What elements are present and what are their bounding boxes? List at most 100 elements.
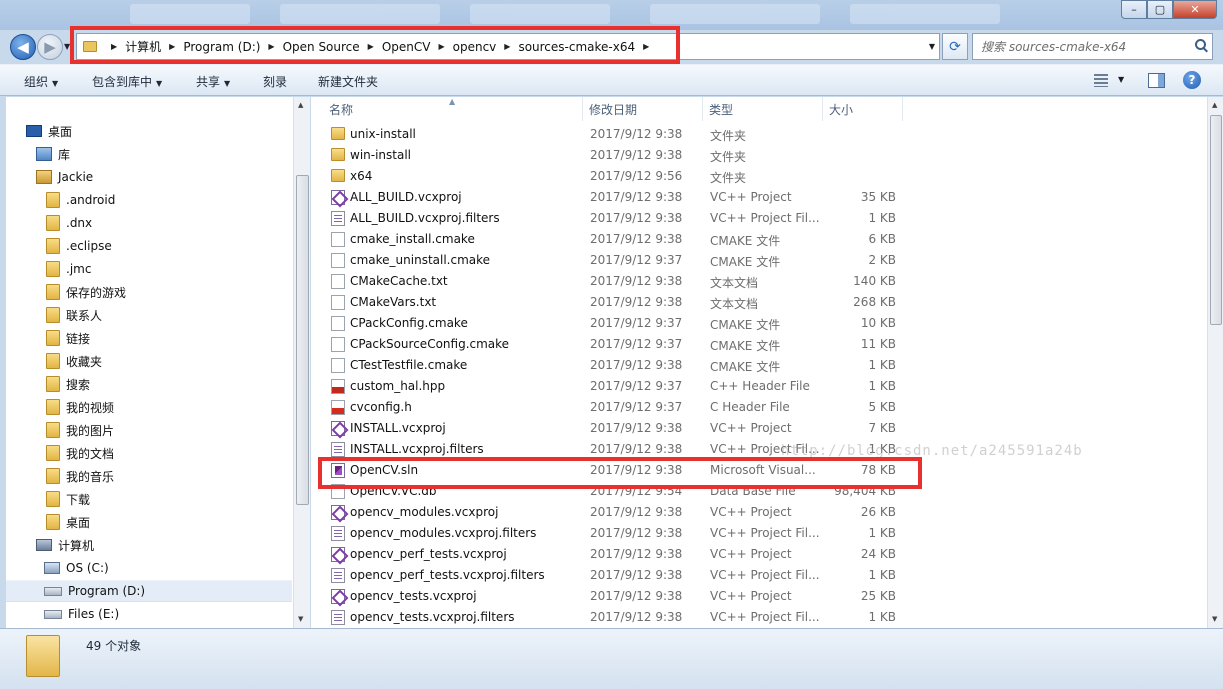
breadcrumb-opencv[interactable]: OpenCV — [382, 40, 431, 54]
breadcrumb-open-source[interactable]: Open Source — [283, 40, 360, 54]
breadcrumb-opencv-lower[interactable]: opencv — [453, 40, 497, 54]
column-header-date[interactable]: 修改日期 — [583, 97, 703, 121]
nav-item-desktop[interactable]: 桌面 — [26, 120, 72, 142]
breadcrumb-computer[interactable]: 计算机 — [125, 38, 161, 55]
file-row[interactable]: opencv_perf_tests.vcxproj 2017/9/12 9:38 V… — [317, 544, 1203, 565]
chevron-right-icon[interactable]: ▶ — [111, 42, 117, 51]
chevron-right-icon[interactable]: ▶ — [643, 42, 649, 51]
scroll-down-icon[interactable]: ▼ — [298, 615, 303, 623]
scroll-up-icon[interactable]: ▲ — [1212, 101, 1217, 109]
nav-item-library[interactable]: 库 — [36, 143, 70, 165]
new-folder-button[interactable]: 新建文件夹 — [318, 73, 378, 90]
address-bar[interactable]: ▶ 计算机 ▶ Program (D:) ▶ Open Source ▶ Ope… — [76, 33, 940, 60]
nav-item-desktop-folder[interactable]: 桌面 — [46, 511, 90, 533]
file-row[interactable]: win-install 2017/9/12 9:38 文件夹 — [317, 145, 1203, 166]
chevron-right-icon[interactable]: ▶ — [368, 42, 374, 51]
search-input[interactable] — [973, 39, 1183, 54]
file-row[interactable]: opencv_modules.vcxproj 2017/9/12 9:38 VC++… — [317, 502, 1203, 523]
nav-item-android[interactable]: .android — [46, 189, 115, 211]
include-in-library-menu[interactable]: 包含到库中 ▼ — [92, 73, 162, 90]
file-size: 1 KB — [868, 211, 896, 225]
file-row[interactable]: ALL_BUILD.vcxproj.filters 2017/9/12 9:38 V… — [317, 208, 1203, 229]
scrollbar-thumb[interactable] — [296, 175, 309, 505]
nav-item-os-drive[interactable]: OS (C:) — [44, 557, 109, 579]
file-row[interactable]: unix-install 2017/9/12 9:38 文件夹 — [317, 124, 1203, 145]
recent-pages-dropdown[interactable]: ▼ — [64, 42, 70, 51]
nav-item-favorites[interactable]: 收藏夹 — [46, 350, 102, 372]
file-row[interactable]: CPackConfig.cmake 2017/9/12 9:37 CMAKE 文件 1… — [317, 313, 1203, 334]
file-row[interactable]: CTestTestfile.cmake 2017/9/12 9:38 CMAKE 文… — [317, 355, 1203, 376]
navigation-bar: ◀ ▶ ▼ ▶ 计算机 ▶ Program (D:) ▶ Open Source… — [0, 30, 1223, 63]
file-row[interactable]: x64 2017/9/12 9:56 文件夹 — [317, 166, 1203, 187]
nav-item-searches[interactable]: 搜索 — [46, 373, 90, 395]
breadcrumb-sources-cmake-x64[interactable]: sources-cmake-x64 — [518, 40, 635, 54]
column-header-size[interactable]: 大小 — [823, 97, 903, 121]
search-box[interactable] — [972, 33, 1213, 60]
view-dropdown[interactable]: ▼ — [1118, 75, 1124, 84]
nav-item-files-drive[interactable]: Files (E:) — [44, 603, 119, 625]
column-header-type[interactable]: 类型 — [703, 97, 823, 121]
pictures-icon — [46, 422, 60, 438]
navigation-scrollbar[interactable]: ▲ ▼ — [293, 97, 310, 628]
nav-item-jmc[interactable]: .jmc — [46, 258, 91, 280]
drive-icon — [44, 586, 62, 596]
nav-item-pictures[interactable]: 我的图片 — [46, 419, 114, 441]
file-row[interactable]: opencv_tests.vcxproj 2017/9/12 9:38 VC++ P… — [317, 586, 1203, 607]
close-button[interactable]: ✕ — [1173, 0, 1217, 19]
file-row[interactable]: opencv_modules.vcxproj.filters 2017/9/12 … — [317, 523, 1203, 544]
search-icon[interactable] — [1195, 39, 1206, 50]
help-icon[interactable]: ? — [1183, 71, 1201, 89]
scroll-down-icon[interactable]: ▼ — [1212, 615, 1217, 623]
nav-item-eclipse[interactable]: .eclipse — [46, 235, 112, 257]
file-row[interactable]: custom_hal.hpp 2017/9/12 9:37 C++ Header F… — [317, 376, 1203, 397]
nav-item-computer[interactable]: 计算机 — [36, 534, 94, 556]
file-row[interactable]: cvconfig.h 2017/9/12 9:37 C Header File 5 K… — [317, 397, 1203, 418]
nav-item-videos[interactable]: 我的视频 — [46, 396, 114, 418]
file-row[interactable]: OpenCV.sln 2017/9/12 9:38 Microsoft Visual… — [317, 460, 1203, 481]
address-history-dropdown[interactable]: ▼ — [929, 42, 935, 51]
file-list-scrollbar[interactable]: ▲ ▼ — [1207, 97, 1223, 628]
file-row[interactable]: INSTALL.vcxproj 2017/9/12 9:38 VC++ Projec… — [317, 418, 1203, 439]
scrollbar-thumb[interactable] — [1210, 115, 1222, 325]
file-size: 1 KB — [868, 526, 896, 540]
file-row[interactable]: CPackSourceConfig.cmake 2017/9/12 9:37 CMA… — [317, 334, 1203, 355]
chevron-right-icon[interactable]: ▶ — [268, 42, 274, 51]
contacts-icon — [46, 307, 60, 323]
nav-item-saved-games[interactable]: 保存的游戏 — [46, 281, 126, 303]
nav-item-dnx[interactable]: .dnx — [46, 212, 92, 234]
file-row[interactable]: OpenCV.VC.db 2017/9/12 9:54 Data Base File… — [317, 481, 1203, 502]
file-row[interactable]: opencv_perf_tests.vcxproj.filters 2017/9/… — [317, 565, 1203, 586]
file-row[interactable]: cmake_install.cmake 2017/9/12 9:38 CMAKE 文… — [317, 229, 1203, 250]
file-row[interactable]: CMakeVars.txt 2017/9/12 9:38 文本文档 268 KB — [317, 292, 1203, 313]
nav-item-links[interactable]: 链接 — [46, 327, 90, 349]
maximize-button[interactable]: ▢ — [1147, 0, 1173, 19]
nav-item-documents[interactable]: 我的文档 — [46, 442, 114, 464]
nav-item-contacts[interactable]: 联系人 — [46, 304, 102, 326]
share-menu[interactable]: 共享 ▼ — [196, 73, 230, 90]
file-row[interactable]: CMakeCache.txt 2017/9/12 9:38 文本文档 140 KB — [317, 271, 1203, 292]
nav-item-jackie[interactable]: Jackie — [36, 166, 93, 188]
burn-button[interactable]: 刻录 — [263, 73, 287, 90]
organize-label: 组织 — [24, 75, 49, 89]
file-type: VC++ Project Fil... — [710, 442, 820, 456]
file-row[interactable]: cmake_uninstall.cmake 2017/9/12 9:37 CMAKE… — [317, 250, 1203, 271]
nav-item-program-drive[interactable]: Program (D:) — [6, 580, 292, 602]
chevron-right-icon[interactable]: ▶ — [169, 42, 175, 51]
preview-pane-icon[interactable] — [1148, 73, 1165, 88]
file-row[interactable]: ALL_BUILD.vcxproj 2017/9/12 9:38 VC++ Proj… — [317, 187, 1203, 208]
scroll-up-icon[interactable]: ▲ — [298, 101, 303, 109]
nav-item-music[interactable]: 我的音乐 — [46, 465, 114, 487]
refresh-button[interactable]: ⟳ — [942, 33, 968, 60]
nav-item-downloads[interactable]: 下载 — [46, 488, 90, 510]
organize-menu[interactable]: 组织 ▼ — [24, 73, 58, 90]
breadcrumb-program-drive[interactable]: Program (D:) — [183, 40, 260, 54]
file-row[interactable]: opencv_tests.vcxproj.filters 2017/9/12 9:… — [317, 607, 1203, 628]
file-row[interactable]: INSTALL.vcxproj.filters 2017/9/12 9:38 VC+… — [317, 439, 1203, 460]
back-button[interactable]: ◀ — [10, 34, 36, 60]
forward-button[interactable]: ▶ — [37, 34, 63, 60]
minimize-button[interactable]: – — [1121, 0, 1147, 19]
view-options-icon[interactable] — [1094, 74, 1108, 87]
column-header-name[interactable]: 名称 — [323, 97, 583, 121]
chevron-right-icon[interactable]: ▶ — [438, 42, 444, 51]
chevron-right-icon[interactable]: ▶ — [504, 42, 510, 51]
